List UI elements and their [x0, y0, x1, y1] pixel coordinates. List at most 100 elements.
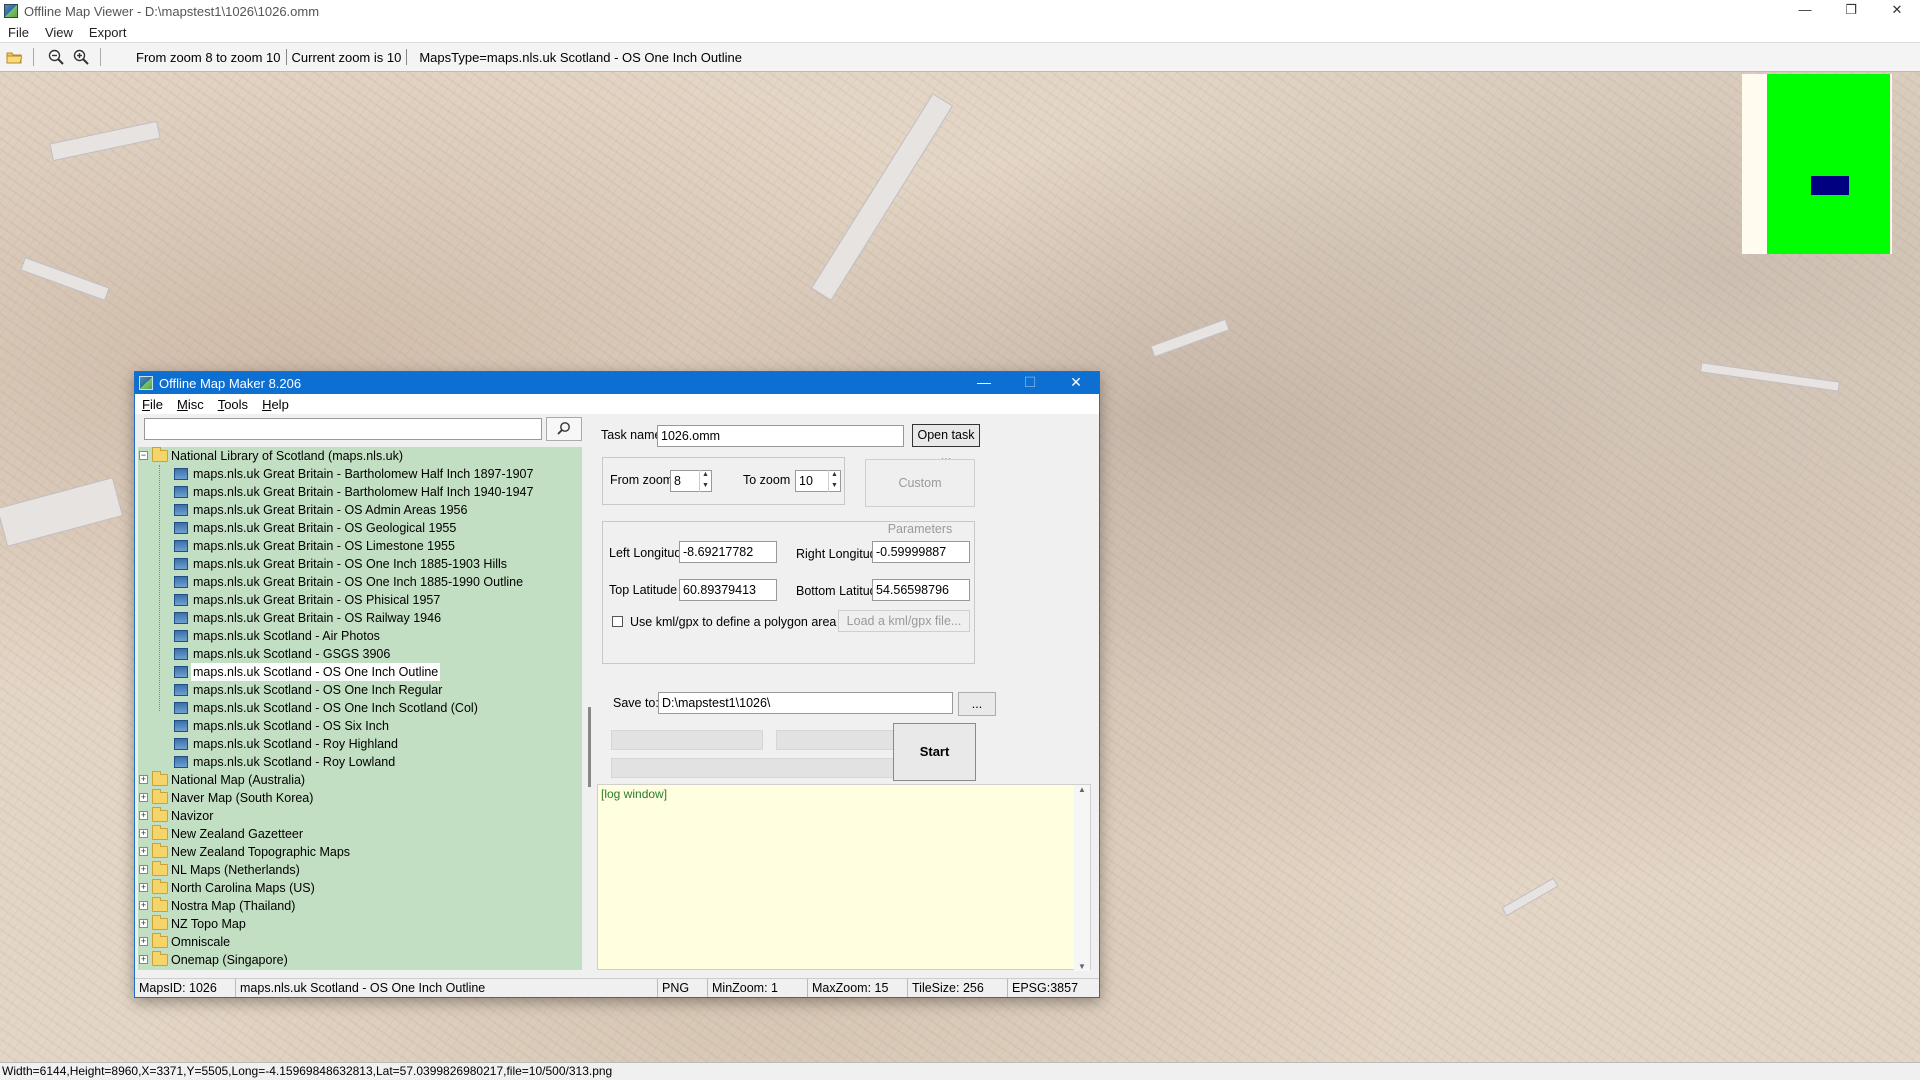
menu-view[interactable]: View	[37, 25, 81, 40]
expand-icon[interactable]: +	[139, 937, 148, 946]
tree-folder-node[interactable]: + North Carolina Maps (US)	[138, 879, 582, 897]
custom-parameters-button[interactable]: Custom Parameters	[865, 459, 975, 536]
tree-scroll-thumb[interactable]	[588, 707, 591, 787]
save-to-input[interactable]: D:\mapstest1\1026\	[658, 692, 953, 714]
expand-icon[interactable]: +	[139, 775, 148, 784]
zoom-out-icon[interactable]	[45, 46, 67, 68]
tree-folder-node[interactable]: + National Map (Australia)	[138, 771, 582, 789]
window-controls: — ❐ ✕	[1782, 0, 1920, 22]
maps-search-input[interactable]	[144, 418, 542, 440]
tree-map-item[interactable]: maps.nls.uk Great Britain - Bartholomew …	[138, 483, 582, 501]
log-text: [log window]	[601, 787, 668, 801]
tree-map-item[interactable]: maps.nls.uk Great Britain - OS One Inch …	[138, 573, 582, 591]
search-button[interactable]	[546, 417, 582, 441]
tree-map-item[interactable]: maps.nls.uk Great Britain - OS Admin Are…	[138, 501, 582, 519]
dialog-window-controls: — ☐ ✕	[961, 372, 1099, 394]
menu-export[interactable]: Export	[81, 25, 135, 40]
scroll-down-icon[interactable]: ▼	[1074, 962, 1090, 971]
left-longitude-input[interactable]: -8.69217782	[679, 541, 777, 563]
to-zoom-input[interactable]: 10 ▲ ▼	[795, 470, 841, 492]
spin-up-icon[interactable]: ▲	[700, 470, 711, 481]
tree-root-node[interactable]: − National Library of Scotland (maps.nls…	[138, 447, 582, 465]
status-tile-size: TileSize: 256	[908, 979, 1008, 997]
dialog-title: Offline Map Maker 8.206	[159, 375, 302, 391]
expand-icon[interactable]: +	[139, 865, 148, 874]
expand-icon[interactable]: +	[139, 829, 148, 838]
collapse-icon[interactable]: −	[139, 451, 148, 460]
kml-checkbox-label[interactable]: Use kml/gpx to define a polygon area	[630, 615, 836, 629]
dialog-minimize-button[interactable]: —	[961, 372, 1007, 394]
tree-folder-node[interactable]: + New Zealand Topographic Maps	[138, 843, 582, 861]
load-kml-button[interactable]: Load a kml/gpx file...	[838, 610, 970, 632]
dialog-menu-tools[interactable]: Tools	[211, 397, 255, 412]
task-name-input[interactable]: 1026.omm	[657, 425, 904, 447]
tree-folder-node[interactable]: + New Zealand Gazetteer	[138, 825, 582, 843]
log-scrollbar[interactable]: ▲ ▼	[1074, 785, 1090, 971]
tree-map-item[interactable]: maps.nls.uk Scotland - OS One Inch Regul…	[138, 681, 582, 699]
expand-icon[interactable]: +	[139, 901, 148, 910]
tree-folder-node[interactable]: + Onemap (Singapore)	[138, 951, 582, 969]
expand-icon[interactable]: +	[139, 883, 148, 892]
zoom-in-icon[interactable]	[70, 46, 92, 68]
folder-icon	[152, 843, 168, 858]
dialog-close-button[interactable]: ✕	[1053, 372, 1099, 394]
tree-map-item[interactable]: maps.nls.uk Scotland - OS One Inch Outli…	[138, 663, 582, 681]
minimize-button[interactable]: —	[1782, 0, 1828, 22]
tree-map-item[interactable]: maps.nls.uk Great Britain - OS Geologica…	[138, 519, 582, 537]
scroll-up-icon[interactable]: ▲	[1074, 785, 1090, 794]
tree-map-item[interactable]: maps.nls.uk Scotland - OS One Inch Scotl…	[138, 699, 582, 717]
tree-map-item[interactable]: maps.nls.uk Great Britain - Bartholomew …	[138, 465, 582, 483]
tree-node-label: Omniscale	[171, 935, 231, 949]
tree-folder-node[interactable]: + Navizor	[138, 807, 582, 825]
map-layer-icon	[174, 630, 188, 642]
open-folder-icon[interactable]	[3, 46, 25, 68]
tree-map-item[interactable]: maps.nls.uk Scotland - Air Photos	[138, 627, 582, 645]
browse-button[interactable]: ...	[958, 692, 996, 716]
overview-minimap[interactable]	[1742, 74, 1892, 254]
log-window[interactable]: [log window] ▲ ▼	[597, 784, 1091, 971]
task-name-label: Task name	[601, 428, 662, 442]
overview-viewport[interactable]	[1811, 176, 1849, 195]
tree-map-item[interactable]: maps.nls.uk Great Britain - OS Limestone…	[138, 537, 582, 555]
start-button[interactable]: Start	[893, 723, 976, 781]
tree-folder-node[interactable]: + NZ Topo Map	[138, 915, 582, 933]
tree-map-item[interactable]: maps.nls.uk Great Britain - OS Phisical …	[138, 591, 582, 609]
task-settings: Task name 1026.omm Open task ... From zo…	[597, 414, 1099, 971]
top-latitude-input[interactable]: 60.89379413	[679, 579, 777, 601]
from-zoom-input[interactable]: 8 ▲ ▼	[670, 470, 712, 492]
tree-map-item[interactable]: maps.nls.uk Scotland - Roy Highland	[138, 735, 582, 753]
dialog-menu-file[interactable]: File	[135, 397, 170, 412]
expand-icon[interactable]: +	[139, 793, 148, 802]
spin-down-icon[interactable]: ▼	[829, 481, 840, 492]
maps-tree[interactable]: − National Library of Scotland (maps.nls…	[138, 447, 582, 970]
close-button[interactable]: ✕	[1874, 0, 1920, 22]
tree-folder-node[interactable]: + Naver Map (South Korea)	[138, 789, 582, 807]
right-longitude-input[interactable]: -0.59999887	[872, 541, 970, 563]
tree-map-item[interactable]: maps.nls.uk Scotland - Roy Lowland	[138, 753, 582, 771]
menu-file[interactable]: File	[0, 25, 37, 40]
bottom-latitude-label: Bottom Latitude	[796, 584, 884, 598]
tree-folder-node[interactable]: + NL Maps (Netherlands)	[138, 861, 582, 879]
expand-icon[interactable]: +	[139, 811, 148, 820]
progress-bar-1	[611, 730, 763, 750]
expand-icon[interactable]: +	[139, 919, 148, 928]
bottom-latitude-input[interactable]: 54.56598796	[872, 579, 970, 601]
tree-map-item[interactable]: maps.nls.uk Great Britain - OS Railway 1…	[138, 609, 582, 627]
kml-checkbox[interactable]	[612, 616, 623, 627]
spin-down-icon[interactable]: ▼	[700, 481, 711, 492]
tree-folder-node[interactable]: + Omniscale	[138, 933, 582, 951]
dialog-menu-help[interactable]: Help	[255, 397, 296, 412]
tree-map-item[interactable]: maps.nls.uk Great Britain - OS One Inch …	[138, 555, 582, 573]
tree-map-item[interactable]: maps.nls.uk Scotland - OS Six Inch	[138, 717, 582, 735]
tree-folder-node[interactable]: + Nostra Map (Thailand)	[138, 897, 582, 915]
from-zoom-spinner[interactable]: ▲ ▼	[699, 470, 711, 492]
tree-map-item[interactable]: maps.nls.uk Scotland - GSGS 3906	[138, 645, 582, 663]
expand-icon[interactable]: +	[139, 847, 148, 856]
expand-icon[interactable]: +	[139, 955, 148, 964]
tree-scrollbar[interactable]	[582, 447, 598, 970]
to-zoom-spinner[interactable]: ▲ ▼	[828, 470, 840, 492]
restore-button[interactable]: ❐	[1828, 0, 1874, 22]
open-task-button[interactable]: Open task ...	[912, 424, 980, 463]
spin-up-icon[interactable]: ▲	[829, 470, 840, 481]
dialog-menu-misc[interactable]: Misc	[170, 397, 211, 412]
